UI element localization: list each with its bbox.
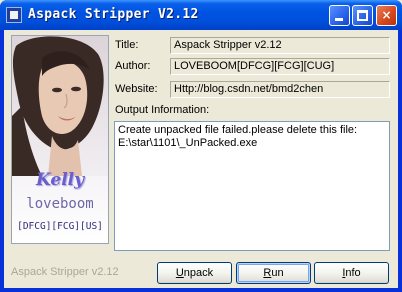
- close-icon: ×: [381, 8, 392, 22]
- output-label: Output Information:: [115, 104, 210, 116]
- run-button[interactable]: Run: [236, 262, 311, 284]
- window-title: Aspack Stripper V2.12: [28, 7, 199, 22]
- author-field: LOVEBOOM[DFCG][FCG][CUG]: [170, 58, 390, 75]
- group-tags: [DFCG][FCG][US]: [17, 221, 103, 232]
- window-frame-bottom: [0, 288, 402, 292]
- info-button[interactable]: Info: [314, 262, 389, 284]
- maximize-icon: [357, 10, 368, 21]
- unpack-button-mnemonic: U: [175, 267, 184, 279]
- title-bar[interactable]: Aspack Stripper V2.12 ×: [0, 0, 402, 30]
- portrait-panel: Kelly loveboom [DFCG][FCG][US]: [11, 35, 109, 244]
- output-textarea[interactable]: Create unpacked file failed.please delet…: [114, 121, 390, 251]
- portrait-image: [12, 36, 108, 176]
- website-field[interactable]: Http://blog.csdn.net/bmd2chen: [170, 81, 390, 98]
- minimize-icon: [335, 18, 343, 21]
- kelly-signature: Kelly: [35, 170, 84, 190]
- info-button-label: nfo: [345, 267, 361, 279]
- minimize-button[interactable]: [329, 5, 350, 26]
- unpack-button[interactable]: Unpack: [157, 262, 232, 284]
- author-mark: loveboom: [26, 196, 94, 212]
- app-window: Aspack Stripper V2.12 × Kelly loveboom […: [0, 0, 402, 292]
- title-field: Aspack Stripper v2.12: [170, 37, 390, 54]
- author-label: Author:: [115, 60, 151, 72]
- title-label: Title:: [115, 39, 139, 51]
- unpack-button-label: npack: [183, 267, 214, 279]
- dialog-body: Kelly loveboom [DFCG][FCG][US] Title: As…: [4, 30, 398, 288]
- app-icon[interactable]: [6, 7, 22, 23]
- close-button[interactable]: ×: [376, 5, 397, 26]
- run-button-label: un: [271, 267, 284, 279]
- website-label: Website:: [115, 83, 158, 95]
- maximize-button[interactable]: [352, 5, 373, 26]
- version-text: Aspack Stripper v2.12: [11, 266, 119, 278]
